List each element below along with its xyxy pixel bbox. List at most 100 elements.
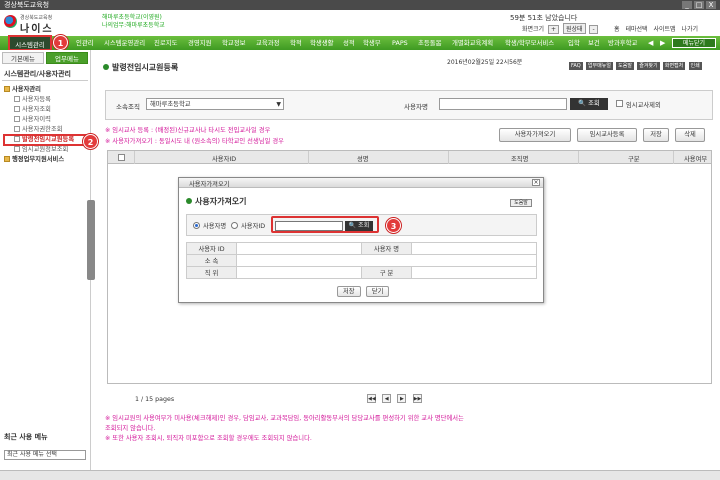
search-button[interactable]: 🔍 조회 bbox=[570, 98, 608, 110]
logout-link[interactable]: 나가기 bbox=[681, 26, 698, 33]
sidebar-collapse-handle[interactable] bbox=[87, 200, 95, 280]
nav-item[interactable]: 교육과정 bbox=[256, 36, 280, 50]
favorite-button[interactable]: 즐겨찾기 bbox=[637, 62, 660, 70]
nav-item[interactable]: 방과후학교 bbox=[608, 36, 637, 50]
zoom-out-button[interactable]: - bbox=[589, 25, 598, 34]
tree-label: 사용자이력 bbox=[22, 116, 51, 123]
nav-item[interactable]: 학생부 bbox=[363, 36, 381, 50]
tree-item-user-search[interactable]: 사용자조회 bbox=[4, 105, 88, 115]
bullet-icon bbox=[186, 198, 192, 204]
zoom-in-button[interactable]: + bbox=[548, 25, 560, 34]
delete-button[interactable]: 삭제 bbox=[675, 128, 705, 142]
save-button[interactable]: 저장 bbox=[643, 128, 669, 142]
nav-item[interactable]: 학생/학부모서비스 bbox=[505, 36, 554, 50]
nav-item[interactable]: 학생생활 bbox=[310, 36, 334, 50]
col-type[interactable]: 구분 bbox=[628, 154, 640, 163]
main-nav: 시스템관리 인관리 시스템운영관리 진로지도 경영지원 학교정보 교육과정 학적… bbox=[0, 35, 720, 51]
maximize-button[interactable]: □ bbox=[694, 1, 704, 9]
faq-button[interactable]: FAQ bbox=[569, 62, 583, 70]
nav-item[interactable]: 개별화교육계획 bbox=[452, 36, 493, 50]
import-user-button[interactable]: 사용자가져오기 bbox=[499, 128, 571, 142]
bottom-notes: ※ 임시교원의 사용여부가 미사용(체크해제)인 경우, 담임교사, 교과목담임… bbox=[105, 414, 464, 444]
tree-item-temp-teacher-search[interactable]: 임시교원정보조회 bbox=[4, 145, 88, 155]
nav-item[interactable]: PAPS bbox=[392, 36, 408, 50]
last-page-icon[interactable]: ▶▶ bbox=[412, 394, 422, 403]
user-id-value bbox=[236, 242, 362, 255]
recent-menu-select[interactable]: 최근 사용 메뉴 선택 bbox=[4, 450, 86, 460]
dialog-title-text: 사용자가져오기 bbox=[195, 197, 247, 206]
user-name-value bbox=[411, 242, 537, 255]
theme-link[interactable]: 테마선택 bbox=[625, 26, 647, 33]
tree-item-temp-teacher-register[interactable]: 발령전임시교원등록 bbox=[3, 134, 89, 146]
affiliation-value bbox=[236, 254, 537, 267]
school-info: 해마루초등학교(이영원) 나의업무:해마루초등학교 bbox=[102, 14, 165, 30]
affiliation-label: 소 속 bbox=[186, 254, 237, 267]
nav-item[interactable]: 학교정보 bbox=[222, 36, 246, 50]
dialog-titlebar[interactable]: 사용자가져오기 × bbox=[179, 178, 543, 188]
capture-button[interactable]: 화면캡처 bbox=[662, 62, 686, 70]
manual-button[interactable]: 업무매뉴얼 bbox=[585, 62, 613, 70]
dialog-close-button[interactable]: 닫기 bbox=[365, 286, 390, 297]
nav-item[interactable]: 입학 bbox=[568, 36, 580, 50]
tab-work-menu[interactable]: 업무메뉴 bbox=[46, 52, 88, 64]
tree-label: 사용자등록 bbox=[22, 96, 51, 103]
tree-item-user-history[interactable]: 사용자이력 bbox=[4, 115, 88, 125]
sitemap-link[interactable]: 사이트맵 bbox=[653, 26, 675, 33]
tree-item-user-permission[interactable]: 사용자권한조회 bbox=[4, 125, 88, 135]
nav-item[interactable]: 학적 bbox=[290, 36, 302, 50]
col-org[interactable]: 조직명 bbox=[511, 154, 528, 163]
close-window-button[interactable]: X bbox=[706, 1, 716, 9]
school-select[interactable]: 해마루초등학교 ▼ bbox=[146, 98, 284, 110]
user-name-input[interactable] bbox=[439, 98, 567, 110]
nav-item[interactable]: 진로지도 bbox=[154, 36, 178, 50]
col-name[interactable]: 성명 bbox=[357, 154, 369, 163]
divider bbox=[308, 151, 309, 164]
nav-prev-icon[interactable]: ◀ bbox=[648, 39, 653, 47]
tree-label: 임시교원정보조회 bbox=[22, 146, 69, 153]
tree-folder-user-admin[interactable]: 사용자관리 bbox=[4, 85, 88, 95]
select-all-checkbox[interactable] bbox=[118, 154, 125, 161]
dialog-save-button[interactable]: 저장 bbox=[337, 286, 361, 297]
note-line: ※ 사용자가져오기 : 동일시도 내 (원소속의) 타학교인 선생님일 경우 bbox=[105, 138, 284, 145]
tree-folder-admin-support[interactable]: 행정업무지원서비스 bbox=[4, 155, 88, 165]
logo-text: 나이스 bbox=[20, 24, 54, 35]
nav-item[interactable]: 인관리 bbox=[76, 36, 94, 50]
nav-item[interactable]: 초등돌봄 bbox=[418, 36, 442, 50]
print-button[interactable]: 인쇄 bbox=[688, 62, 702, 70]
neis-logo[interactable]: 경상북도교육청 나이스 bbox=[4, 12, 94, 35]
next-page-icon[interactable]: ▶ bbox=[397, 394, 407, 403]
tree-label: 발령전임시교원등록 bbox=[22, 136, 75, 143]
nav-next-icon[interactable]: ▶ bbox=[660, 39, 665, 47]
exclude-temp-checkbox[interactable] bbox=[616, 100, 623, 107]
note-line: 조회되지 않습니다. bbox=[105, 425, 156, 432]
tree-item-user-register[interactable]: 사용자등록 bbox=[4, 95, 88, 105]
zoom-reset-button[interactable]: 원상태 bbox=[562, 23, 586, 34]
first-page-icon[interactable]: ◀◀ bbox=[367, 394, 376, 403]
temp-teacher-register-button[interactable]: 임시교사등록 bbox=[577, 128, 637, 142]
bullet-icon bbox=[103, 64, 109, 70]
nav-item[interactable]: 성적 bbox=[343, 36, 355, 50]
search-button-label: 조회 bbox=[588, 100, 600, 107]
nav-item[interactable]: 시스템운영관리 bbox=[104, 36, 145, 50]
radio-user-name[interactable] bbox=[193, 222, 200, 229]
tab-basic-menu[interactable]: 기본메뉴 bbox=[2, 52, 44, 64]
radio-user-id[interactable] bbox=[231, 222, 238, 229]
divider bbox=[2, 80, 88, 81]
close-icon[interactable]: × bbox=[532, 179, 540, 186]
page-title: 발령전임시교원등록 bbox=[103, 62, 178, 73]
dialog-help-button[interactable]: 도움말 bbox=[510, 199, 532, 207]
nav-item-system-admin[interactable]: 시스템관리 bbox=[8, 35, 52, 51]
nav-item[interactable]: 경영지원 bbox=[188, 36, 212, 50]
help-button[interactable]: 도움말 bbox=[616, 62, 634, 70]
dialog-detail-table: 사용자 ID 사용자 명 소 속 직 위 구 분 bbox=[186, 242, 537, 279]
menu-toggle-button[interactable]: 메뉴닫기 bbox=[672, 38, 716, 48]
minimize-button[interactable]: _ bbox=[682, 1, 692, 9]
nav-item[interactable]: 보건 bbox=[588, 36, 600, 50]
note-line: ※ 임시교사 등록 : (배정된)신규교사나 타시도 전입교사일 경우 bbox=[105, 127, 271, 134]
zoom-controls: 화면크기 + 원상태 - bbox=[522, 23, 598, 34]
prev-page-icon[interactable]: ◀ bbox=[382, 394, 392, 403]
col-user-id[interactable]: 사용자ID bbox=[212, 154, 236, 163]
home-link[interactable]: 홈 bbox=[614, 26, 620, 33]
col-use[interactable]: 사용여부 bbox=[684, 154, 707, 163]
page-icon bbox=[14, 96, 20, 102]
